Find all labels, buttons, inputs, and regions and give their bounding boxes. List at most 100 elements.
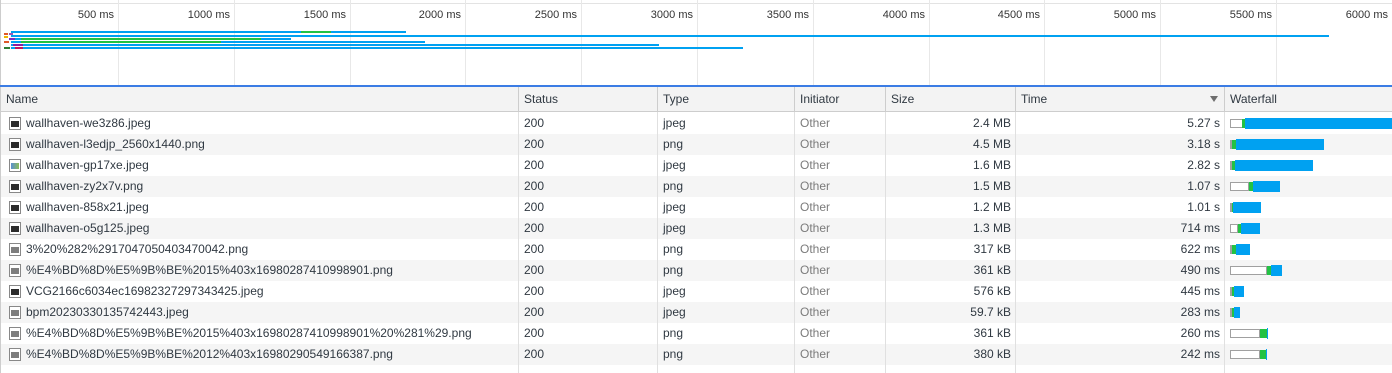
cell-type: png (663, 347, 684, 361)
cell-type: png (663, 179, 684, 193)
cell-name[interactable]: wallhaven-gp17xe.jpeg (1, 155, 519, 176)
image-dark-icon (9, 201, 21, 214)
overview-gridline (1276, 0, 1277, 85)
cell-type: png (663, 263, 684, 277)
cell-time: 260 ms (1180, 326, 1220, 340)
table-row[interactable]: wallhaven-we3z86.jpeg 200 jpeg Other 2.4 MB 5… (1, 113, 1392, 134)
overview-gridline (581, 0, 582, 85)
waterfall-download-bar (1267, 328, 1268, 339)
cell-size: 59.7 kB (970, 305, 1011, 319)
overview-tick-label: 3000 ms (650, 9, 693, 21)
cell-initiator: Other (800, 179, 831, 193)
table-row[interactable]: %E4%BD%8D%E5%9B%BE%2015%403x169802874109… (1, 260, 1392, 281)
table-row[interactable]: VCG2166c6034ec16982327297343425.jpeg 200 j… (1, 281, 1392, 302)
table-row[interactable]: wallhaven-gp17xe.jpeg 200 jpeg Other 1.6 MB 2… (1, 155, 1392, 176)
image-dark-icon (9, 117, 21, 130)
table-row[interactable]: wallhaven-l3edjp_2560x1440.png 200 png Othe… (1, 134, 1392, 155)
overview-tick-label: 1000 ms (187, 9, 230, 21)
table-row[interactable]: wallhaven-zy2x7v.png 200 png Other 1.5 MB 1.0… (1, 176, 1392, 197)
table-row[interactable]: wallhaven-858x21.jpeg 200 jpeg Other 1.2 MB 1… (1, 197, 1392, 218)
cell-name[interactable]: wallhaven-zy2x7v.png (1, 176, 519, 197)
image-dark-icon (9, 180, 21, 193)
waterfall-download-bar (1233, 202, 1261, 213)
cell-name[interactable]: VCG2166c6034ec16982327297343425.jpeg (1, 281, 519, 302)
table-row[interactable]: %E4%BD%8D%E5%9B%BE%2015%403x169802874109… (1, 323, 1392, 344)
request-name: %E4%BD%8D%E5%9B%BE%2015%403x169802874109… (26, 326, 472, 340)
cell-initiator: Other (800, 200, 831, 214)
cell-name[interactable]: wallhaven-we3z86.jpeg (1, 113, 519, 134)
table-row[interactable]: wallhaven-o5g125.jpeg 200 jpeg Other 1.3 MB 7… (1, 218, 1392, 239)
column-header-time[interactable]: Time (1016, 87, 1225, 112)
column-divider (657, 112, 658, 373)
cell-status: 200 (524, 179, 545, 193)
cell-name[interactable]: wallhaven-o5g125.jpeg (1, 218, 519, 239)
overview-tick-label: 1500 ms (303, 9, 346, 21)
request-name: VCG2166c6034ec16982327297343425.jpeg (26, 284, 264, 298)
cell-name[interactable]: wallhaven-l3edjp_2560x1440.png (1, 134, 519, 155)
waterfall-waiting-bar (1230, 350, 1260, 359)
cell-name[interactable]: wallhaven-858x21.jpeg (1, 197, 519, 218)
column-divider (1015, 112, 1016, 373)
table-row[interactable]: %E4%BD%8D%E5%9B%BE%2012%403x169802905491… (1, 344, 1392, 365)
cell-time: 5.27 s (1187, 116, 1220, 130)
column-header-initiator[interactable]: Initiator (795, 87, 886, 112)
image-grey-icon (9, 243, 21, 256)
image-color-icon (9, 159, 21, 172)
cell-status: 200 (524, 284, 545, 298)
cell-name[interactable]: bpm20230330135742443.jpeg (1, 302, 519, 323)
overview-tick-label: 2000 ms (418, 9, 461, 21)
overview-tick-label: 2500 ms (534, 9, 577, 21)
overview-request-bar (15, 47, 23, 49)
column-header-name[interactable]: Name (1, 87, 519, 112)
cell-name[interactable]: %E4%BD%8D%E5%9B%BE%2015%403x169802874109… (1, 323, 519, 344)
overview-request-bar (13, 44, 23, 46)
cell-name[interactable]: %E4%BD%8D%E5%9B%BE%2012%403x169802905491… (1, 344, 519, 365)
column-header-status[interactable]: Status (519, 87, 658, 112)
cell-name[interactable]: 3%20%282%2917047050403470042.png (1, 239, 519, 260)
column-divider (518, 112, 519, 373)
image-grey-icon (9, 348, 21, 361)
overview-tick-label: 5500 ms (1229, 9, 1272, 21)
request-name: wallhaven-858x21.jpeg (26, 200, 149, 214)
cell-type: png (663, 242, 684, 256)
table-row[interactable]: 3%20%282%2917047050403470042.png 200 png Ot… (1, 239, 1392, 260)
cell-name[interactable]: %E4%BD%8D%E5%9B%BE%2015%403x169802874109… (1, 260, 519, 281)
cell-time: 714 ms (1180, 221, 1220, 235)
cell-size: 317 kB (973, 242, 1011, 256)
overview-request-bar (301, 31, 331, 33)
overview-timeline[interactable]: 500 ms 1000 ms 1500 ms 2000 ms 2500 ms 3000 m… (0, 0, 1392, 85)
cell-size: 1.2 MB (972, 200, 1011, 214)
column-header-size[interactable]: Size (886, 87, 1016, 112)
column-header-type[interactable]: Type (658, 87, 795, 112)
cell-type: jpeg (663, 200, 686, 214)
table-row[interactable]: bpm20230330135742443.jpeg 200 jpeg Other 59.… (1, 302, 1392, 323)
cell-status: 200 (524, 221, 545, 235)
cell-status: 200 (524, 158, 545, 172)
cell-time: 3.18 s (1187, 137, 1220, 151)
image-dark-icon (9, 285, 21, 298)
cell-size: 4.5 MB (972, 137, 1011, 151)
waterfall-download-bar (1234, 307, 1240, 318)
cell-type: jpeg (663, 305, 686, 319)
waterfall-waiting-bar (1230, 182, 1249, 191)
image-grey-icon (9, 327, 21, 340)
waterfall-ttfb-bar (1260, 329, 1267, 338)
overview-request-bar (11, 31, 406, 33)
cell-status: 200 (524, 200, 545, 214)
waterfall-download-bar (1271, 265, 1282, 276)
waterfall-waiting-bar (1230, 224, 1238, 233)
cell-initiator: Other (800, 137, 831, 151)
cell-initiator: Other (800, 305, 831, 319)
cell-time: 445 ms (1180, 284, 1220, 298)
cell-time: 2.82 s (1187, 158, 1220, 172)
overview-request-bar (9, 38, 15, 40)
cell-initiator: Other (800, 326, 831, 340)
overview-request-bar (11, 44, 659, 46)
table-header: Name Status Type Initiator Size Time Wat… (1, 87, 1392, 112)
cell-status: 200 (524, 326, 545, 340)
overview-request-bar (4, 47, 10, 49)
column-header-time-label: Time (1021, 92, 1048, 106)
column-header-waterfall[interactable]: Waterfall (1225, 87, 1392, 112)
cell-status: 200 (524, 347, 545, 361)
cell-time: 1.01 s (1187, 200, 1220, 214)
